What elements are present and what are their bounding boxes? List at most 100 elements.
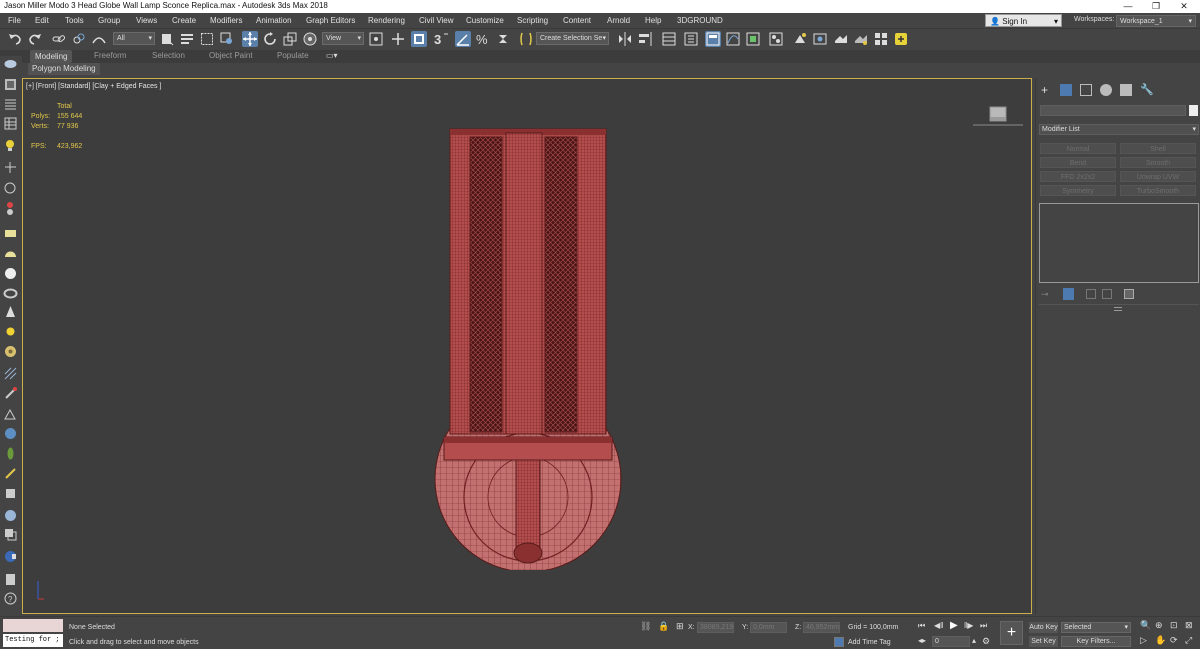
utilities-tab-icon[interactable]: 🔧 [1140,84,1154,96]
frame-spinner-icon[interactable]: ▴ [972,636,976,645]
select-and-place-icon[interactable] [302,31,318,47]
set-key-button[interactable]: Set Key [1029,636,1058,647]
key-filters-button[interactable]: Key Filters... [1061,636,1131,647]
reference-coordinate-dropdown[interactable]: View ▾ [322,32,364,45]
tab-populate[interactable]: Populate [277,51,309,60]
percent-snap-icon[interactable]: % [475,31,491,47]
current-frame-field[interactable]: 0 [932,636,970,647]
layer-explorer-icon[interactable] [683,31,699,47]
render-activeshade-icon[interactable] [873,31,889,47]
time-tag-icon[interactable] [834,637,844,647]
display-tab-icon[interactable] [1120,84,1132,96]
previous-frame-icon[interactable]: ◀‖ [934,621,943,630]
menu-graph-editors[interactable]: Graph Editors [306,16,355,25]
menu-help[interactable]: Help [645,16,661,25]
x-coordinate-field[interactable]: 38089,219 [697,622,734,633]
orbit-icon[interactable]: ⟳ [1170,635,1178,646]
disc-settings-icon[interactable] [3,549,18,564]
spinner-snap-icon[interactable] [495,31,511,47]
curve-editor-icon[interactable] [725,31,741,47]
arnold-render-icon[interactable] [893,31,909,47]
helper-icon[interactable] [3,160,18,175]
scene-explorer-icon[interactable] [661,31,677,47]
isolate-selection-icon[interactable]: ⛓ [640,621,651,632]
object-icon[interactable] [3,486,18,501]
normal-modifier-button[interactable]: Normal [1040,143,1116,154]
unlink-icon[interactable] [71,31,87,47]
shell-modifier-button[interactable]: Shell [1120,143,1196,154]
render-iterative-icon[interactable] [853,31,869,47]
view-cube[interactable] [973,103,1023,129]
window-crossing-icon[interactable] [219,31,235,47]
maximize-button[interactable]: ❐ [1142,0,1170,13]
selection-filter-dropdown[interactable]: All ▾ [113,32,155,45]
bind-space-warp-icon[interactable] [91,31,107,47]
undo-icon[interactable] [7,31,23,47]
maximize-viewport-icon[interactable]: ⤢ [1185,635,1192,646]
zoom-extents-icon[interactable]: ⊡ [1170,620,1178,631]
redo-icon[interactable] [27,31,43,47]
bone-icon[interactable] [3,181,18,196]
menu-tools[interactable]: Tools [65,16,84,25]
menu-animation[interactable]: Animation [256,16,292,25]
shape-icon[interactable] [3,407,18,422]
pin-stack-icon[interactable]: ⊸ [1041,289,1051,299]
file-icon[interactable] [3,572,18,587]
torus-icon[interactable] [3,286,18,301]
minimize-button[interactable]: — [1114,0,1142,13]
motion-tab-icon[interactable] [1100,84,1112,96]
next-frame-icon[interactable]: ‖▶ [964,621,973,630]
menu-create[interactable]: Create [172,16,196,25]
tab-freeform[interactable]: Freeform [94,51,126,60]
menu-content[interactable]: Content [563,16,591,25]
hatch-icon[interactable] [3,366,18,381]
viewport-front[interactable]: [+] [Front] [Standard] [Clay + Edged Fac… [22,78,1032,614]
panel-grip-icon[interactable] [1114,307,1122,311]
pan-view-icon[interactable]: ✋ [1155,635,1166,646]
auto-key-button[interactable]: Auto Key [1029,622,1058,633]
show-end-result-icon[interactable] [1063,288,1074,300]
modifier-list-dropdown[interactable]: Modifier List ▾ [1039,124,1199,135]
render-production-icon[interactable] [833,31,849,47]
remove-modifier-icon[interactable] [1102,289,1112,299]
go-to-end-icon[interactable]: ⏭ [980,621,987,631]
ffd-modifier-button[interactable]: FFD 2x2x2 [1040,171,1116,182]
list-icon[interactable] [3,97,18,112]
menu-edit[interactable]: Edit [35,16,49,25]
help-icon[interactable]: ? [3,591,18,606]
named-selection-dropdown[interactable]: Create Selection Se ▾ [536,32,609,45]
layers-icon[interactable] [3,527,18,542]
tab-selection[interactable]: Selection [152,51,185,60]
zoom-icon[interactable]: 🔍 [1140,620,1151,631]
make-unique-icon[interactable] [1086,289,1096,299]
schematic-view-icon[interactable] [745,31,761,47]
object-color-swatch[interactable] [1189,105,1198,116]
menu-scripting[interactable]: Scripting [517,16,548,25]
key-mode-toggle-icon[interactable]: ◂▸ [918,636,926,645]
workspace-dropdown[interactable]: Workspace_1 ▾ [1116,15,1196,27]
smooth-modifier-button[interactable]: Smooth [1120,157,1196,168]
mirror-icon[interactable] [617,31,633,47]
leaf-icon[interactable] [3,446,18,461]
grid-list-icon[interactable] [3,116,18,131]
disc-icon[interactable] [3,344,18,359]
y-coordinate-field[interactable]: 0,0mm [750,622,787,633]
globe-icon[interactable] [3,426,18,441]
light-bulb-icon[interactable] [3,138,18,153]
select-manipulate-icon[interactable] [390,31,406,47]
select-object-icon[interactable] [159,31,175,47]
select-by-name-icon[interactable] [179,31,195,47]
rect-selection-region-icon[interactable] [199,31,215,47]
selection-lock-icon[interactable]: 🔒 [658,621,669,632]
bend-modifier-button[interactable]: Bend [1040,157,1116,168]
set-keys-button[interactable]: + [1000,621,1023,645]
angle-snap-icon[interactable] [455,31,471,47]
zoom-all-icon[interactable]: ⊕ [1155,620,1163,631]
select-and-rotate-icon[interactable] [262,31,278,47]
viewport-label[interactable]: [+] [Front] [Standard] [Clay + Edged Fac… [26,83,161,90]
menu-modifiers[interactable]: Modifiers [210,16,242,25]
cone-icon[interactable] [3,304,18,319]
unwrap-uvw-modifier-button[interactable]: Unwrap UVW [1120,171,1196,182]
hemisphere-icon[interactable] [3,246,18,261]
key-mode-dropdown[interactable]: Selected ▾ [1061,622,1131,633]
